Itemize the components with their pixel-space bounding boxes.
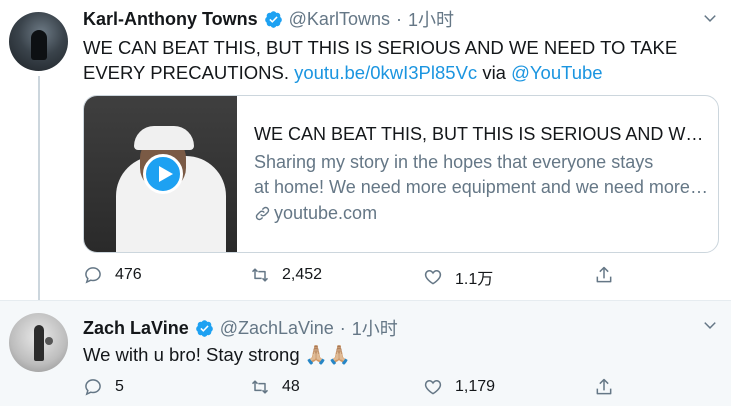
retweet-count: 48 <box>282 378 300 395</box>
like-count: 1.1万 <box>455 271 494 288</box>
tweet-karl-anthony-towns[interactable]: Karl-Anthony Towns @KarlTowns · 1小时 WE C… <box>0 0 731 300</box>
card-domain: youtube.com <box>254 203 709 224</box>
handle[interactable]: @KarlTowns <box>289 9 390 30</box>
retweet-count: 2,452 <box>282 266 323 283</box>
reply-count: 476 <box>115 266 142 283</box>
reply-button[interactable]: 476 <box>83 265 142 285</box>
mention-link[interactable]: @YouTube <box>511 62 602 83</box>
card-body: WE CAN BEAT THIS, BUT THIS IS SERIOUS AN… <box>254 122 709 224</box>
like-icon <box>424 269 442 285</box>
verified-badge-icon <box>195 319 213 337</box>
like-button[interactable]: 1.1万 <box>423 265 493 289</box>
chevron-down-icon[interactable] <box>703 318 717 332</box>
timestamp[interactable]: 1小时 <box>352 315 398 341</box>
thread-connector-line <box>38 76 40 308</box>
reply-icon <box>85 379 101 396</box>
retweet-icon <box>251 380 269 394</box>
handle[interactable]: @ZachLaVine <box>220 318 334 339</box>
avatar[interactable] <box>9 12 68 71</box>
share-button[interactable] <box>594 265 626 285</box>
card-domain-text: youtube.com <box>274 203 378 223</box>
retweet-button[interactable]: 48 <box>250 377 300 397</box>
tweet-text-fragment: EVERY PRECAUTIONS. <box>83 62 289 83</box>
chevron-down-icon[interactable] <box>703 11 717 25</box>
tweet-text-line-2: EVERY PRECAUTIONS. youtu.be/0kwI3Pl85Vc … <box>83 60 677 85</box>
card-title: WE CAN BEAT THIS, BUT THIS IS SERIOUS AN… <box>254 124 709 144</box>
separator: · <box>395 8 402 29</box>
separator: · <box>339 317 346 338</box>
like-count: 1,179 <box>455 378 496 395</box>
card-description-line-2: at home! We need more equipment and we n… <box>254 177 709 197</box>
reply-count: 5 <box>115 378 124 395</box>
verified-badge-icon <box>264 10 282 28</box>
video-link[interactable]: youtu.be/0kwI3Pl85Vc <box>294 62 477 83</box>
display-name[interactable]: Karl-Anthony Towns <box>83 9 258 30</box>
link-icon <box>255 206 270 221</box>
share-icon <box>596 378 612 395</box>
reply-icon <box>85 267 101 284</box>
display-name[interactable]: Zach LaVine <box>83 318 189 339</box>
like-button[interactable]: 1,179 <box>423 377 495 397</box>
reply-button[interactable]: 5 <box>83 377 124 397</box>
card-description-line-1: Sharing my story in the hopes that every… <box>254 152 654 172</box>
like-icon <box>424 379 442 395</box>
tweet-header: Zach LaVine @ZachLaVine · 1小时 <box>83 315 398 341</box>
avatar[interactable] <box>9 313 68 372</box>
retweet-button[interactable]: 2,452 <box>250 265 322 285</box>
tweet-text: We with u bro! Stay strong 🙏🏼🙏🏼 <box>83 344 351 365</box>
retweet-icon <box>251 268 269 282</box>
tweet-zach-lavine[interactable]: Zach LaVine @ZachLaVine · 1小时 We with u … <box>0 300 731 406</box>
link-preview-card[interactable]: WE CAN BEAT THIS, BUT THIS IS SERIOUS AN… <box>83 95 719 253</box>
play-icon[interactable] <box>143 154 183 194</box>
video-thumbnail[interactable] <box>84 96 237 252</box>
share-button[interactable] <box>594 377 626 397</box>
via-text: via <box>482 62 506 83</box>
card-description: Sharing my story in the hopes that every… <box>254 150 709 200</box>
timestamp[interactable]: 1小时 <box>408 6 454 32</box>
tweet-text: WE CAN BEAT THIS, BUT THIS IS SERIOUS AN… <box>83 35 677 85</box>
share-icon <box>596 266 612 283</box>
tweet-text-line-1: WE CAN BEAT THIS, BUT THIS IS SERIOUS AN… <box>83 37 678 58</box>
tweet-header: Karl-Anthony Towns @KarlTowns · 1小时 <box>83 6 454 32</box>
